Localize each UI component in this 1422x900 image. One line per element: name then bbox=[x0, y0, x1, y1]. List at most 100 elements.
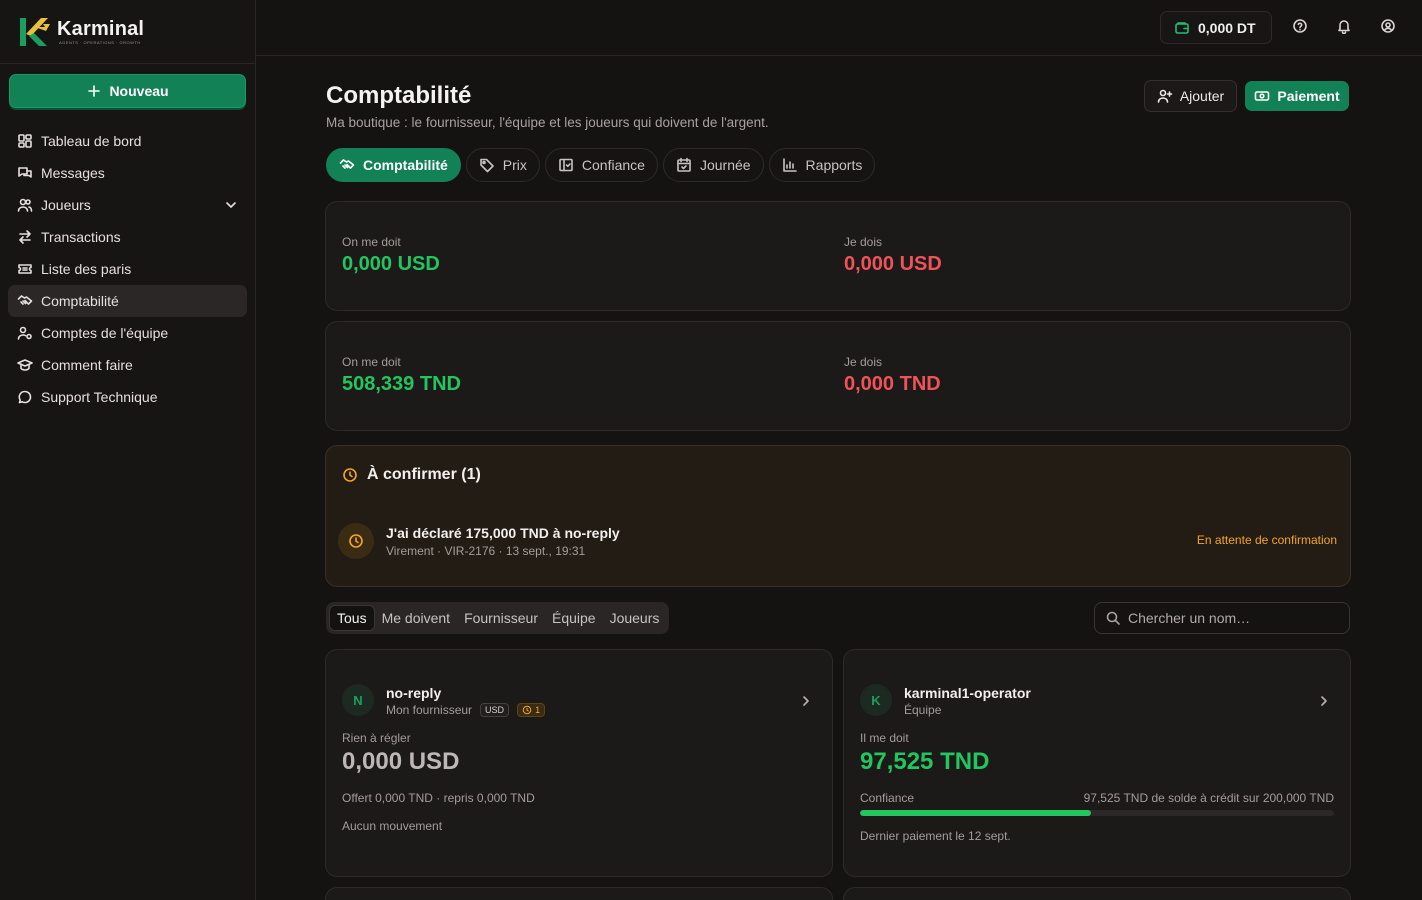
account-amount: 97,525 TND bbox=[860, 748, 990, 775]
chevron-down-icon[interactable] bbox=[223, 197, 239, 213]
owed-label: On me doit bbox=[342, 355, 401, 369]
wallet-balance-button[interactable]: 0,000 DT bbox=[1160, 11, 1272, 44]
sidebar-item-label: Comptabilité bbox=[41, 293, 119, 309]
brand[interactable]: Karminal AGENTS · OPERATIONS · GROWTH bbox=[0, 0, 255, 64]
tab-accounting[interactable]: Comptabilité bbox=[326, 148, 461, 182]
currency-badge: USD bbox=[480, 703, 510, 717]
account-icon[interactable] bbox=[1380, 18, 1396, 34]
sidebar-item-label: Support Technique bbox=[41, 389, 158, 405]
tab-label: Comptabilité bbox=[363, 157, 448, 173]
search-input[interactable] bbox=[1128, 610, 1328, 626]
add-button-label: Ajouter bbox=[1179, 88, 1225, 104]
sidebar-item-transactions[interactable]: Transactions bbox=[8, 221, 247, 253]
sidebar-item-accounting[interactable]: Comptabilité bbox=[8, 285, 247, 317]
account-card-no-reply[interactable]: N no-reply Mon fournisseur USD 1 Rien à … bbox=[325, 649, 833, 877]
tag-icon bbox=[479, 158, 494, 173]
account-activity-line: Aucun mouvement bbox=[342, 819, 443, 833]
tab-trust[interactable]: Confiance bbox=[544, 148, 658, 182]
ticket-icon bbox=[18, 264, 32, 274]
bell-icon[interactable] bbox=[1336, 18, 1352, 34]
trust-progress-bar bbox=[860, 810, 1334, 816]
account-role-row: Équipe bbox=[904, 703, 941, 717]
tab-label: Journée bbox=[699, 157, 751, 173]
bar-chart-icon bbox=[782, 158, 797, 172]
trust-label: Confiance bbox=[860, 791, 915, 805]
chevron-right-icon[interactable] bbox=[798, 693, 814, 709]
avatar: K bbox=[860, 684, 892, 716]
sidebar-item-players[interactable]: Joueurs bbox=[8, 189, 247, 221]
page-subtitle: Ma boutique : le fournisseur, l'équipe e… bbox=[326, 115, 769, 130]
help-icon[interactable] bbox=[1292, 18, 1308, 34]
filter-all[interactable]: Tous bbox=[329, 605, 375, 631]
book-check-icon bbox=[559, 158, 573, 172]
pending-count-badge: 1 bbox=[517, 703, 546, 717]
trust-progress-fill bbox=[860, 810, 1092, 816]
sidebar-item-label: Comment faire bbox=[41, 357, 133, 373]
messages-icon bbox=[18, 167, 32, 178]
user-plus-icon bbox=[1157, 89, 1173, 103]
account-card-karminal1-operator[interactable]: K karminal1-operator Équipe Il me doit 9… bbox=[843, 649, 1351, 877]
account-role-row: Mon fournisseur USD 1 bbox=[386, 703, 546, 717]
wallet-amount: 0,000 DT bbox=[1198, 19, 1256, 36]
pending-item-title[interactable]: J'ai déclaré 175,000 TND à no-reply bbox=[386, 525, 620, 541]
new-button[interactable]: Nouveau bbox=[9, 74, 246, 108]
tab-day[interactable]: Journée bbox=[662, 148, 764, 182]
graduation-icon bbox=[17, 359, 33, 371]
pending-status: En attente de confirmation bbox=[1196, 533, 1337, 547]
sidebar: Karminal AGENTS · OPERATIONS · GROWTH No… bbox=[0, 0, 256, 900]
payment-button-label: Paiement bbox=[1277, 88, 1340, 104]
search-icon bbox=[1106, 611, 1120, 625]
search-box bbox=[1094, 602, 1350, 634]
sidebar-item-team-accounts[interactable]: Comptes de l'équipe bbox=[8, 317, 247, 349]
add-button[interactable]: Ajouter bbox=[1144, 80, 1237, 112]
brand-name: Karminal bbox=[57, 18, 145, 40]
filter-supplier[interactable]: Fournisseur bbox=[457, 605, 545, 631]
filter-team[interactable]: Équipe bbox=[545, 605, 603, 631]
owe-label: Je dois bbox=[844, 355, 883, 369]
team-icon bbox=[17, 326, 32, 340]
owe-amount: 0,000 TND bbox=[844, 373, 941, 395]
account-card-partial[interactable] bbox=[843, 887, 1351, 900]
section-tabs: Comptabilité Prix Confiance Journée Rapp… bbox=[326, 148, 876, 182]
dashboard-icon bbox=[18, 134, 32, 148]
sidebar-item-messages[interactable]: Messages bbox=[8, 157, 247, 189]
pending-count: 1 bbox=[535, 705, 541, 715]
tab-label: Confiance bbox=[581, 157, 645, 173]
chevron-right-icon[interactable] bbox=[1316, 693, 1332, 709]
tab-label: Rapports bbox=[805, 157, 863, 173]
banknote-icon bbox=[1255, 91, 1270, 101]
sidebar-item-how-to[interactable]: Comment faire bbox=[8, 349, 247, 381]
payment-button[interactable]: Paiement bbox=[1245, 81, 1349, 111]
account-status-label: Il me doit bbox=[860, 731, 909, 745]
brand-tagline: AGENTS · OPERATIONS · GROWTH bbox=[59, 40, 141, 45]
owe-label: Je dois bbox=[844, 235, 883, 249]
filter-players[interactable]: Joueurs bbox=[603, 605, 667, 631]
wallet-icon bbox=[1175, 21, 1189, 34]
users-icon bbox=[17, 198, 33, 212]
topbar: 0,000 DT bbox=[256, 0, 1422, 56]
chat-icon bbox=[18, 390, 32, 404]
sidebar-item-support[interactable]: Support Technique bbox=[8, 381, 247, 413]
account-offered-line: Offert 0,000 TND · repris 0,000 TND bbox=[342, 791, 535, 805]
sidebar-item-bets[interactable]: Liste des paris bbox=[8, 253, 247, 285]
sidebar-item-label: Joueurs bbox=[41, 197, 91, 213]
tab-prices[interactable]: Prix bbox=[465, 148, 540, 182]
filter-owe-me[interactable]: Me doivent bbox=[375, 605, 457, 631]
pending-title: À confirmer (1) bbox=[342, 466, 481, 484]
sidebar-item-dashboard[interactable]: Tableau de bord bbox=[8, 125, 247, 157]
owed-amount: 508,339 TND bbox=[342, 373, 461, 395]
account-role: Mon fournisseur bbox=[386, 703, 473, 717]
page-title: Comptabilité bbox=[326, 82, 472, 109]
clock-icon bbox=[343, 468, 357, 482]
balance-card-usd: On me doit 0,000 USD Je dois 0,000 USD bbox=[325, 201, 1351, 311]
new-button-label: Nouveau bbox=[109, 83, 169, 99]
calendar-check-icon bbox=[677, 157, 691, 172]
tab-reports[interactable]: Rapports bbox=[768, 148, 876, 182]
tab-label: Prix bbox=[502, 157, 527, 173]
account-card-partial[interactable] bbox=[325, 887, 833, 900]
balance-card-tnd: On me doit 508,339 TND Je dois 0,000 TND bbox=[325, 321, 1351, 431]
pending-title-text: À confirmer (1) bbox=[367, 466, 481, 483]
plus-icon bbox=[88, 85, 101, 97]
handshake-icon bbox=[339, 159, 355, 169]
transactions-icon bbox=[19, 230, 31, 244]
